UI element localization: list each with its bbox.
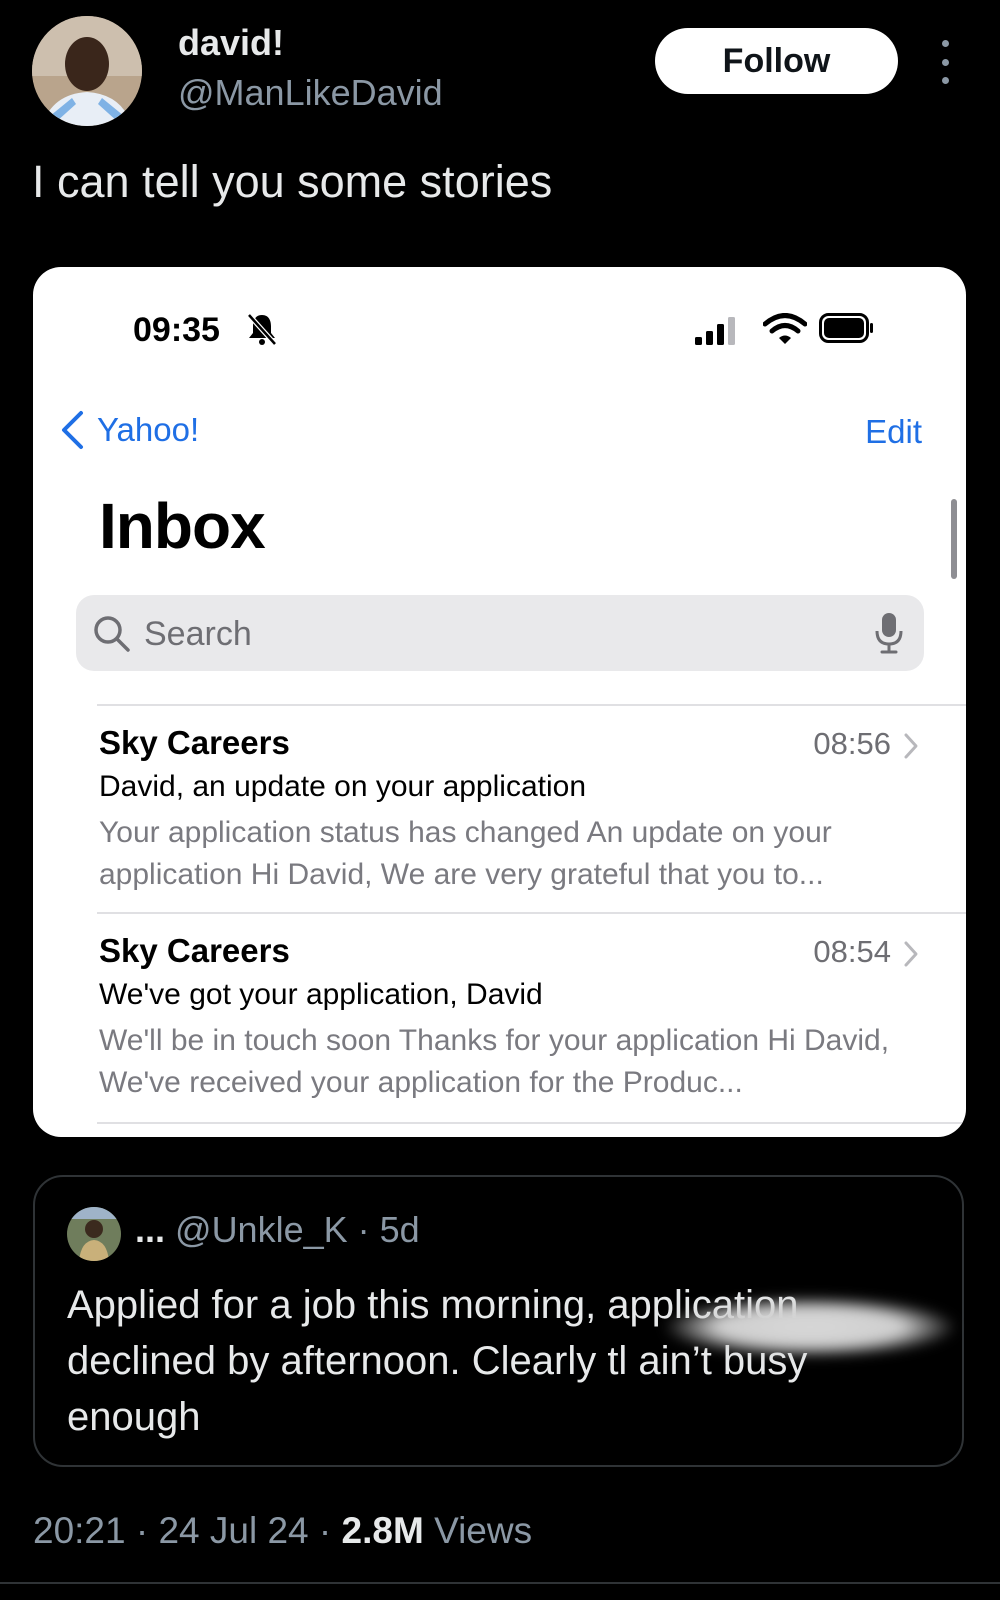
tweet-timestamp[interactable]: 20:21 · 24 Jul 24 · bbox=[33, 1510, 342, 1551]
battery-icon bbox=[819, 313, 873, 343]
redaction-blur bbox=[665, 1297, 955, 1357]
wifi-icon bbox=[763, 313, 807, 344]
mail-preview: We'll be in touch soon Thanks for your a… bbox=[99, 1024, 890, 1099]
tweet-text: I can tell you some stories bbox=[32, 156, 553, 207]
quoted-tweet-meta: ... @Unkle_K · 5d bbox=[135, 1209, 420, 1251]
author-handle[interactable]: @ManLikeDavid bbox=[178, 72, 443, 114]
chevron-right-icon bbox=[904, 941, 918, 967]
quoted-author-handle-time: @Unkle_K · 5d bbox=[165, 1209, 420, 1250]
page-title: Inbox bbox=[99, 490, 266, 562]
bell-muted-icon bbox=[247, 313, 277, 346]
quoted-tweet[interactable]: ... @Unkle_K · 5d Applied for a job this… bbox=[33, 1175, 964, 1467]
edit-button[interactable]: Edit bbox=[865, 413, 922, 451]
chevron-left-icon bbox=[62, 411, 83, 449]
mail-time: 08:54 bbox=[813, 934, 891, 969]
cellular-signal-icon bbox=[695, 317, 735, 345]
status-bar-time: 09:35 bbox=[133, 311, 220, 349]
author-avatar[interactable] bbox=[32, 16, 142, 126]
author-name[interactable]: david! bbox=[178, 22, 284, 64]
search-icon bbox=[94, 616, 130, 652]
mail-time: 08:56 bbox=[813, 726, 891, 761]
microphone-icon[interactable] bbox=[874, 611, 904, 655]
quoted-author-name: ... bbox=[135, 1209, 166, 1250]
views-count[interactable]: 2.8M bbox=[342, 1510, 424, 1551]
search-placeholder: Search bbox=[144, 615, 252, 653]
list-divider bbox=[97, 912, 966, 914]
follow-button[interactable]: Follow bbox=[655, 28, 898, 94]
attached-screenshot[interactable]: 09:35 Yahoo! Edit Inbox Search Sky Caree… bbox=[33, 267, 966, 1137]
mail-subject: We've got your application, David bbox=[99, 978, 543, 1011]
quoted-author-avatar[interactable] bbox=[67, 1207, 121, 1261]
list-divider bbox=[97, 1122, 966, 1124]
back-button[interactable]: Yahoo! bbox=[59, 410, 199, 450]
divider bbox=[0, 1582, 1000, 1584]
scroll-indicator[interactable] bbox=[951, 499, 957, 579]
mail-sender: Sky Careers bbox=[99, 724, 290, 761]
mail-preview: Your application status has changed An u… bbox=[99, 816, 832, 891]
mail-list-item[interactable]: Sky Careers 08:56 David, an update on yo… bbox=[99, 724, 949, 924]
views-label: Views bbox=[423, 1510, 533, 1551]
tweet-meta: 20:21 · 24 Jul 24 · 2.8M Views bbox=[33, 1510, 532, 1552]
list-divider bbox=[97, 704, 966, 706]
more-options-icon[interactable] bbox=[930, 40, 960, 84]
search-input[interactable]: Search bbox=[76, 595, 924, 671]
mail-sender: Sky Careers bbox=[99, 932, 290, 969]
back-label: Yahoo! bbox=[97, 411, 200, 448]
chevron-right-icon bbox=[904, 733, 918, 759]
mail-subject: David, an update on your application bbox=[99, 770, 587, 803]
mail-list-item[interactable]: Sky Careers 08:54 We've got your applica… bbox=[99, 932, 949, 1132]
